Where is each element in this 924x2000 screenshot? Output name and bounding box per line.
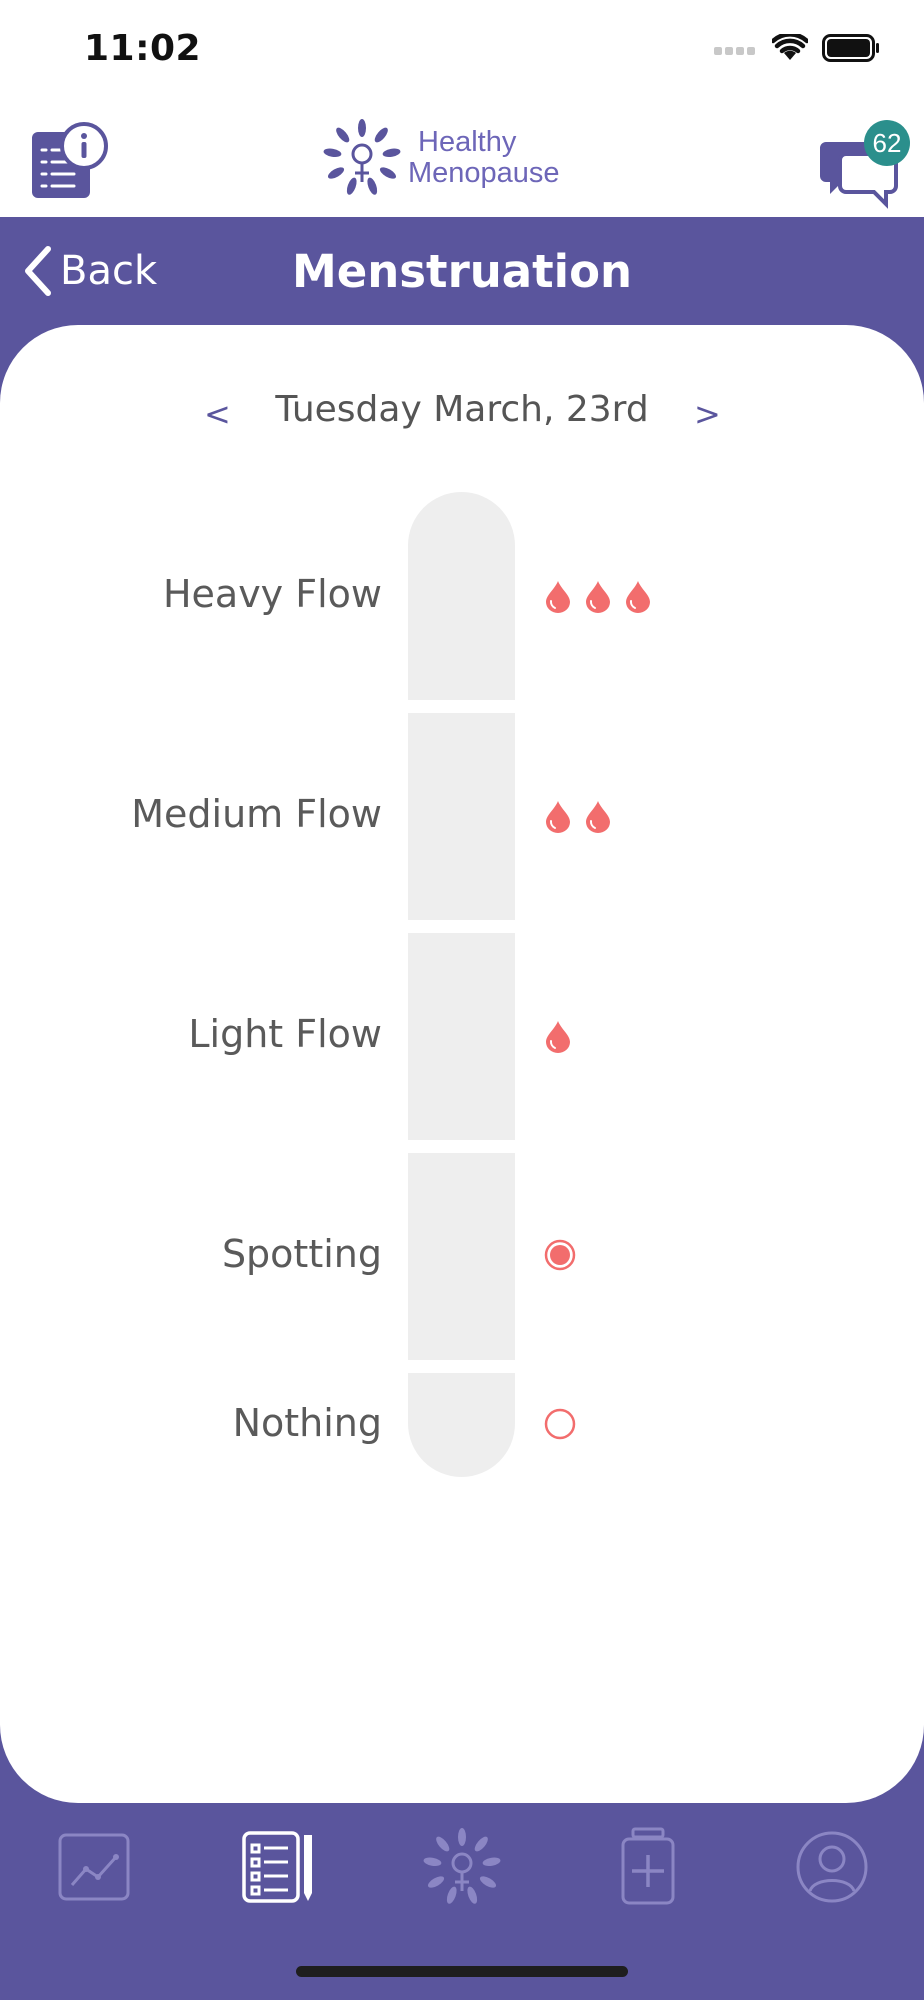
flow-label-light: Light Flow <box>188 1012 382 1056</box>
info-list-icon <box>32 122 108 198</box>
nav-bar: Back Menstruation <box>0 217 924 325</box>
home-indicator <box>296 1966 628 1977</box>
logo-text: Healthy Menopause <box>408 127 560 189</box>
page-title: Menstruation <box>291 245 633 298</box>
info-button[interactable] <box>30 122 110 202</box>
app-logo: Healthy Menopause <box>322 116 622 200</box>
next-day-button[interactable]: > <box>694 395 721 433</box>
status-bar: 11:02 <box>0 0 924 100</box>
flow-segment-light[interactable] <box>408 933 515 1140</box>
chat-badge: 62 <box>864 120 910 166</box>
chart-icon <box>58 1833 130 1901</box>
logo-line2: Menopause <box>408 157 560 189</box>
current-date: Tuesday March, 23rd <box>275 389 649 430</box>
empty-circle-icon <box>544 1408 576 1440</box>
flow-icons-spotting <box>544 1239 576 1271</box>
tab-bar <box>0 1803 924 1923</box>
blood-drop-icon <box>626 581 650 613</box>
logo-line1: Healthy <box>418 126 517 158</box>
signal-icon <box>714 47 755 55</box>
app-header: Healthy Menopause 62 <box>0 100 924 217</box>
battery-icon <box>822 34 879 62</box>
menstruation-card: < Tuesday March, 23rd > Heavy Flow Mediu… <box>0 325 924 1803</box>
wifi-icon <box>772 34 808 60</box>
blood-drop-icon <box>546 801 570 833</box>
flow-icons-nothing <box>544 1408 576 1440</box>
tab-profile[interactable] <box>792 1827 872 1907</box>
flow-label-medium: Medium Flow <box>131 792 382 836</box>
profile-icon <box>796 1831 868 1903</box>
filled-circle-icon <box>544 1239 576 1271</box>
blood-drop-icon <box>546 581 570 613</box>
status-icons <box>714 34 880 62</box>
journal-icon <box>242 1831 312 1903</box>
tab-journal[interactable] <box>238 1827 318 1907</box>
chat-button[interactable]: 62 <box>820 120 912 210</box>
flow-icons-light <box>544 1019 572 1053</box>
flow-icons-medium <box>544 799 612 833</box>
flow-label-heavy: Heavy Flow <box>162 572 382 616</box>
flower-logo-icon <box>423 1828 501 1904</box>
flow-segment-nothing[interactable] <box>408 1373 515 1477</box>
date-navigator: < Tuesday March, 23rd > <box>0 385 924 445</box>
tab-charts[interactable] <box>54 1827 134 1907</box>
flow-icons-heavy <box>544 579 652 613</box>
flow-label-spotting: Spotting <box>221 1232 382 1276</box>
flow-segment-heavy[interactable] <box>408 492 515 700</box>
status-time: 11:02 <box>84 28 202 69</box>
blood-drop-icon <box>586 581 610 613</box>
medicine-icon <box>621 1827 675 1905</box>
flow-label-nothing: Nothing <box>232 1401 382 1445</box>
blood-drop-icon <box>586 801 610 833</box>
flow-segment-medium[interactable] <box>408 713 515 920</box>
flow-segment-spotting[interactable] <box>408 1153 515 1360</box>
blood-drop-icon <box>546 1021 570 1053</box>
tab-home[interactable] <box>422 1827 502 1907</box>
tab-medications[interactable] <box>608 1827 688 1907</box>
flower-logo-icon <box>323 119 401 195</box>
